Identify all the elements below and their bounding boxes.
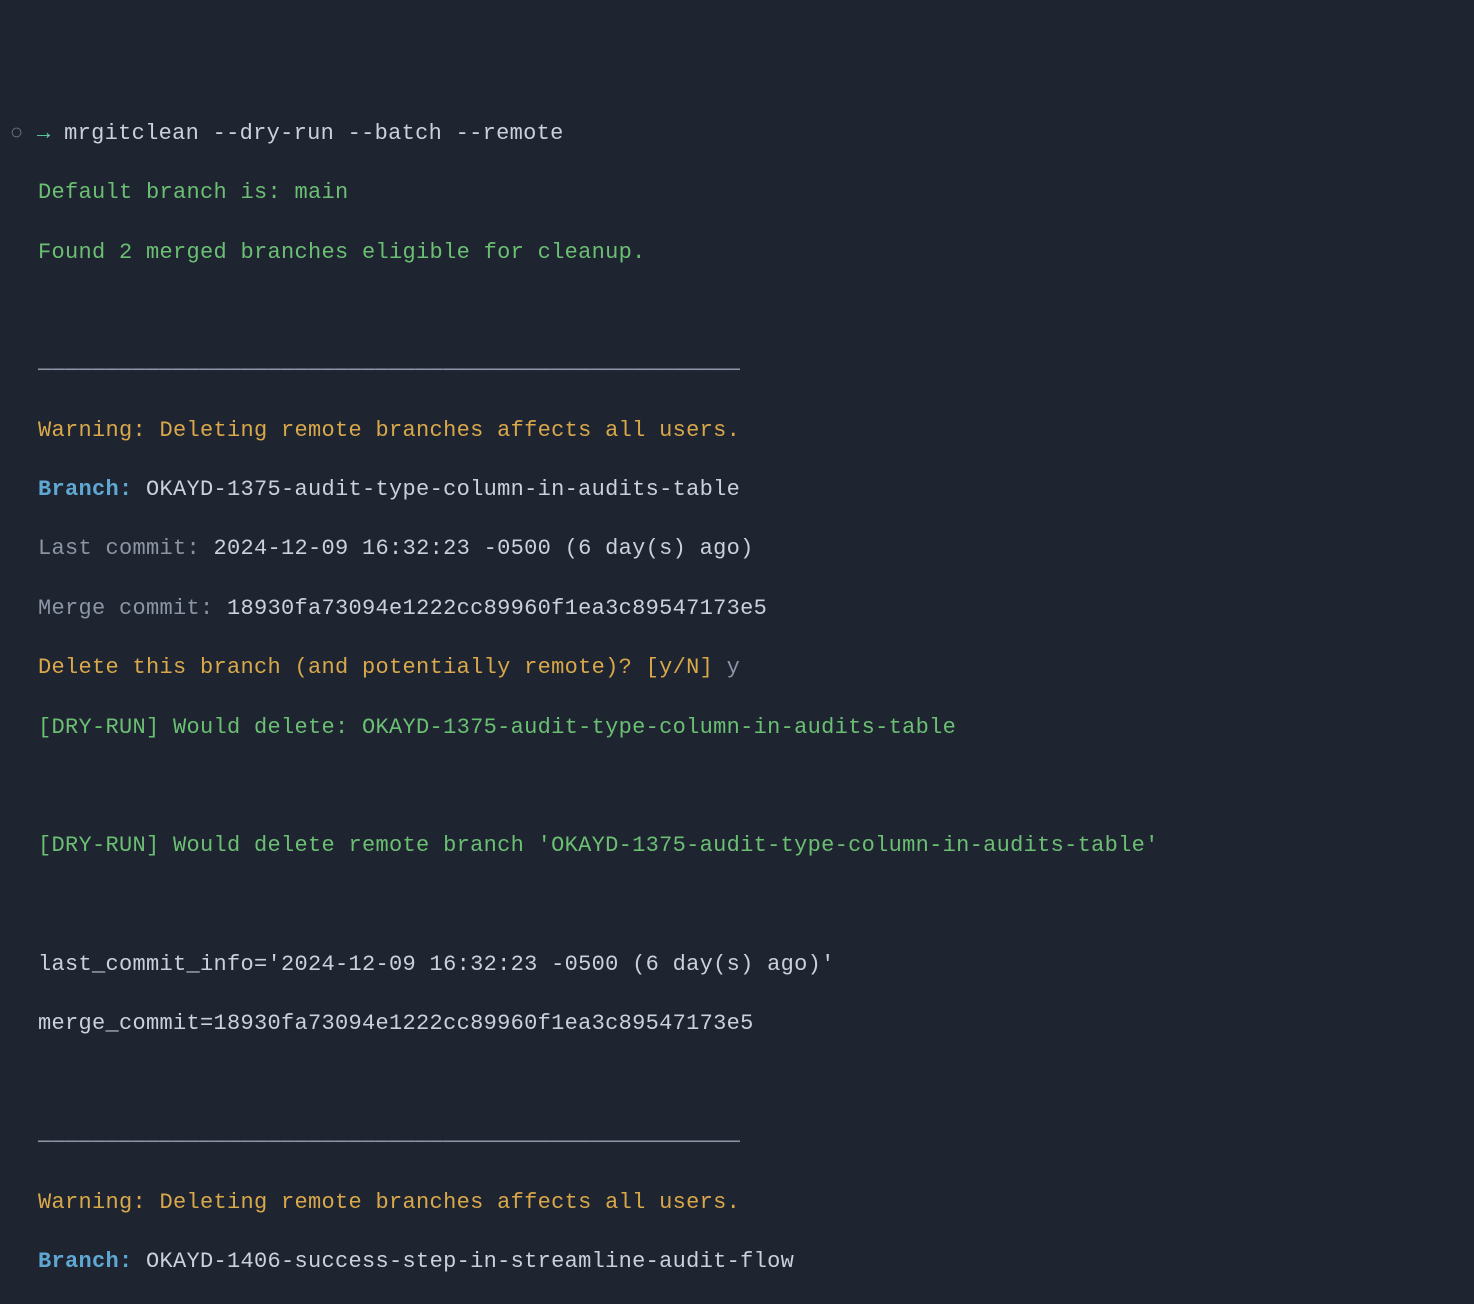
command-line: ○ → mrgitclean --dry-run --batch --remot…	[10, 119, 1464, 149]
delete-prompt-line-1[interactable]: Delete this branch (and potentially remo…	[38, 653, 1464, 683]
warning-line-2: Warning: Deleting remote branches affect…	[38, 1188, 1464, 1218]
separator-line: ────────────────────────────────────────…	[38, 356, 1464, 386]
merge-commit-line-1: Merge commit: 18930fa73094e1222cc89960f1…	[38, 594, 1464, 624]
last-commit-line-1: Last commit: 2024-12-09 16:32:23 -0500 (…	[38, 534, 1464, 564]
blank-line	[38, 297, 1464, 327]
found-branches-line: Found 2 merged branches eligible for cle…	[38, 238, 1464, 268]
separator-line-2: ────────────────────────────────────────…	[38, 1128, 1464, 1158]
default-branch-line: Default branch is: main	[38, 178, 1464, 208]
branch-name-2: OKAYD-1406-success-step-in-streamline-au…	[133, 1249, 795, 1274]
last-commit-label-1: Last commit:	[38, 536, 200, 561]
delete-prompt-text-1: Delete this branch (and potentially remo…	[38, 655, 713, 680]
merge-commit-label-1: Merge commit:	[38, 596, 214, 621]
blank-line-4	[38, 1069, 1464, 1099]
blank-line-2	[38, 772, 1464, 802]
dry-run-local-1: [DRY-RUN] Would delete: OKAYD-1375-audit…	[38, 713, 1464, 743]
warning-line-1: Warning: Deleting remote branches affect…	[38, 416, 1464, 446]
dry-run-remote-1: [DRY-RUN] Would delete remote branch 'OK…	[38, 831, 1464, 861]
last-commit-value-1: 2024-12-09 16:32:23 -0500 (6 day(s) ago)	[200, 536, 754, 561]
blank-line-3	[38, 891, 1464, 921]
merge-commit-info-1: merge_commit=18930fa73094e1222cc89960f1e…	[38, 1009, 1464, 1039]
branch-name-1: OKAYD-1375-audit-type-column-in-audits-t…	[133, 477, 741, 502]
branch-line-2: Branch: OKAYD-1406-success-step-in-strea…	[38, 1247, 1464, 1277]
prompt-bullet: ○	[10, 121, 24, 146]
branch-line-1: Branch: OKAYD-1375-audit-type-column-in-…	[38, 475, 1464, 505]
last-commit-info-1: last_commit_info='2024-12-09 16:32:23 -0…	[38, 950, 1464, 980]
branch-label-2: Branch:	[38, 1249, 133, 1274]
prompt-arrow: →	[37, 121, 51, 146]
delete-answer-1: y	[713, 655, 740, 680]
merge-commit-value-1: 18930fa73094e1222cc89960f1ea3c89547173e5	[214, 596, 768, 621]
branch-label-1: Branch:	[38, 477, 133, 502]
command-text: mrgitclean --dry-run --batch --remote	[64, 121, 564, 146]
